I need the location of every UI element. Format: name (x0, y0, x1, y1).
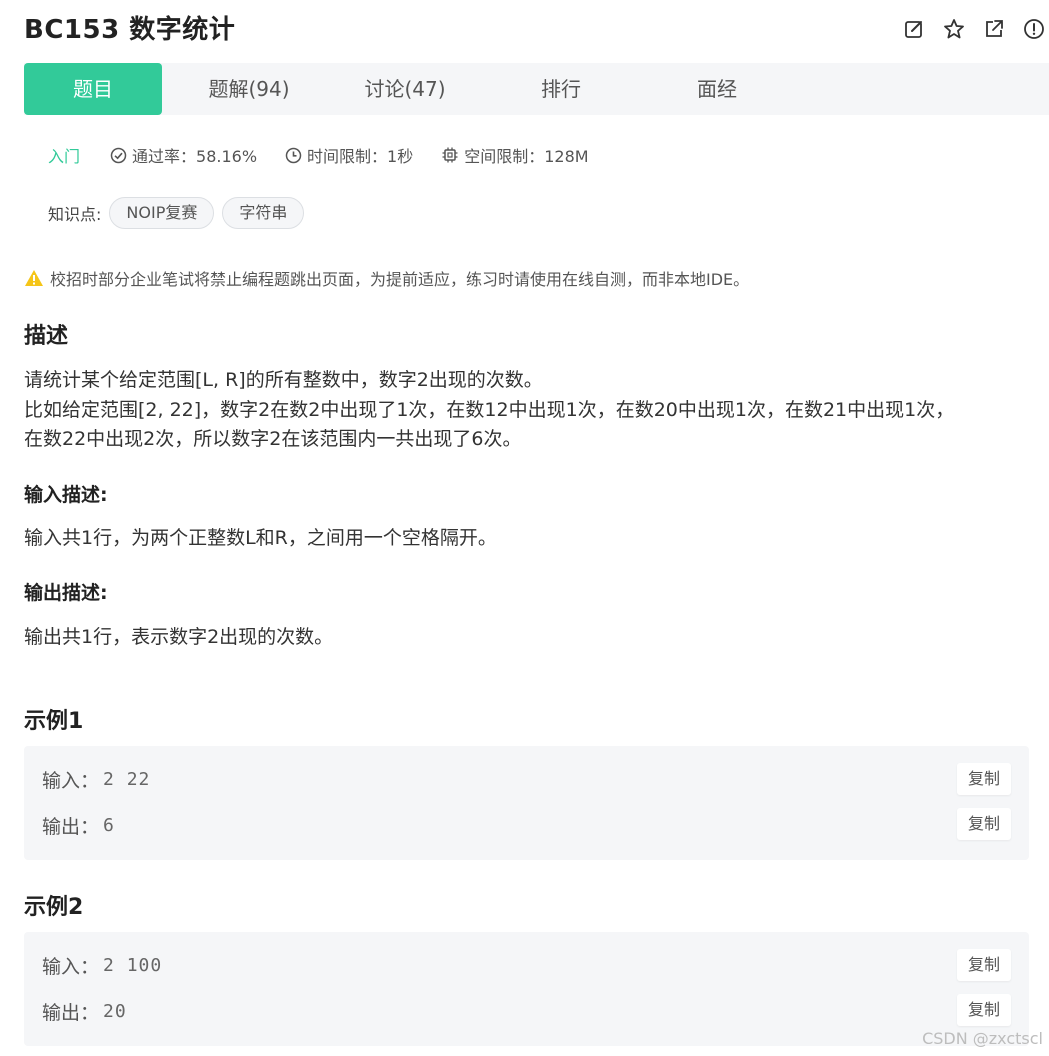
example-2-output: 输出： 20 (42, 998, 127, 1025)
output-desc-text: 输出共1行，表示数字2出现的次数。 (24, 626, 334, 648)
output-label: 输出： (42, 1002, 100, 1024)
output-label: 输出： (42, 816, 100, 838)
watermark: CSDN @zxctscl (922, 1029, 1043, 1048)
warning-text: 校招时部分企业笔试将禁止编程题跳出页面，为提前适应，练习时请使用在线自测，而非本… (50, 270, 750, 289)
input-label: 输入： (42, 770, 100, 792)
tab-interview[interactable]: 面经 (657, 63, 777, 115)
tab-solutions[interactable]: 题解(94) (189, 63, 309, 115)
page-title: BC153 数字统计 (24, 15, 236, 45)
output-desc-heading: 输出描述: (24, 582, 108, 604)
share-icon[interactable] (983, 18, 1005, 40)
space-limit-text: 空间限制：128M (464, 147, 589, 166)
example-1-output: 输出： 6 (42, 812, 115, 839)
title-actions (903, 18, 1045, 40)
warning-icon (25, 270, 43, 286)
star-icon[interactable] (943, 18, 965, 40)
input-desc-text: 输入共1行，为两个正整数L和R，之间用一个空格隔开。 (24, 527, 497, 549)
copy-input-button[interactable]: 复制 (957, 949, 1011, 981)
tag-noip[interactable]: NOIP复赛 (109, 197, 215, 229)
title-row: BC153 数字统计 (24, 12, 1049, 48)
example-1-input: 输入： 2 22 (42, 766, 150, 793)
check-circle-icon (110, 147, 127, 163)
warning-notice: 校招时部分企业笔试将禁止编程题跳出页面，为提前适应，练习时请使用在线自测，而非本… (24, 264, 749, 292)
problem-meta: 入门 通过率：58.16% 时间限制：1秒 空间限制：128M (48, 142, 617, 168)
description-body: 请统计某个给定范围[L, R]的所有整数中，数字2出现的次数。 比如给定范围[2… (24, 366, 1034, 455)
output-value: 6 (103, 815, 115, 836)
tab-problem[interactable]: 题目 (24, 63, 162, 115)
edit-icon[interactable] (903, 18, 925, 40)
description-line: 在数22中出现2次，所以数字2在该范围内一共出现了6次。 (24, 428, 522, 450)
pass-rate-text: 通过率：58.16% (132, 147, 258, 166)
input-value: 2 100 (103, 955, 163, 976)
time-limit-text: 时间限制：1秒 (307, 147, 414, 166)
example-2-heading: 示例2 (24, 895, 84, 920)
input-value: 2 22 (103, 769, 151, 790)
chip-icon (442, 147, 458, 163)
description-line: 比如给定范围[2, 22]，数字2在数2中出现了1次，在数12中出现1次，在数2… (24, 398, 955, 421)
copy-output-button[interactable]: 复制 (957, 994, 1011, 1026)
example-2-input: 输入： 2 100 (42, 952, 162, 979)
input-label: 输入： (42, 956, 100, 978)
copy-output-button[interactable]: 复制 (957, 808, 1011, 840)
knowledge-label: 知识点: (48, 205, 102, 224)
example-2-box: 输入： 2 100 复制 输出： 20 复制 (24, 932, 1029, 1046)
difficulty-badge: 入门 (48, 147, 81, 166)
pass-rate: 通过率：58.16% (110, 143, 257, 167)
output-value: 20 (103, 1001, 127, 1022)
example-1-box: 输入： 2 22 复制 输出： 6 复制 (24, 746, 1029, 860)
description-line: 请统计某个给定范围[L, R]的所有整数中，数字2出现的次数。 (24, 369, 543, 391)
input-desc-heading: 输入描述: (24, 484, 108, 506)
tab-ranking[interactable]: 排行 (501, 63, 621, 115)
space-limit: 空间限制：128M (441, 143, 589, 167)
tab-bar: 题目 题解(94) 讨论(47) 排行 面经 (24, 63, 1049, 115)
report-icon[interactable] (1023, 18, 1045, 40)
tag-string[interactable]: 字符串 (222, 197, 305, 229)
time-limit: 时间限制：1秒 (285, 143, 413, 167)
description-heading: 描述 (24, 324, 69, 349)
clock-icon (285, 147, 302, 163)
knowledge-points: 知识点: NOIP复赛 字符串 (48, 197, 305, 229)
tab-discussion[interactable]: 讨论(47) (345, 63, 465, 115)
example-1-heading: 示例1 (24, 709, 84, 734)
copy-input-button[interactable]: 复制 (957, 763, 1011, 795)
